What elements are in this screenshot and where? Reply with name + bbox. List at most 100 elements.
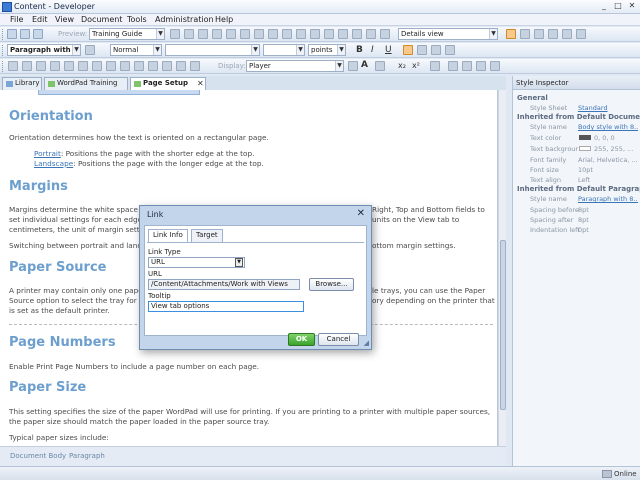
underline-button[interactable]: U [385,45,392,55]
prop-value-link[interactable]: Paragraph with 8... [578,195,638,203]
url-field[interactable]: /Content/Attachments/Work with Views [148,279,300,290]
portrait-link[interactable]: Portrait [34,149,61,158]
bold-button[interactable]: B [356,45,363,55]
comment-icon[interactable] [338,29,348,39]
paragraph-icon[interactable] [8,61,18,71]
font-select[interactable]: ▼ [165,44,260,56]
prop-value-link[interactable]: Standard [578,104,638,112]
image-icon[interactable] [282,29,292,39]
maximize-button[interactable]: □ [612,1,624,12]
view-select[interactable]: Details view ▼ [398,28,498,40]
snippet-icon[interactable] [366,29,376,39]
breadcrumb-document-body[interactable]: Document Body [10,452,66,460]
grid-icon[interactable] [520,29,530,39]
menu-edit[interactable]: Edit [32,15,48,24]
indent-icon[interactable] [490,61,500,71]
display-select[interactable]: Player ▼ [246,60,344,72]
help-icon[interactable] [380,29,390,39]
prop-value-link[interactable]: Body style with 8... [578,123,638,131]
menu-help[interactable]: Help [215,15,233,24]
menu-view[interactable]: View [55,15,74,24]
link-type-select[interactable]: URL ▼ [148,257,245,268]
block-icon[interactable] [50,61,60,71]
expanding-text-icon[interactable] [78,61,88,71]
weight-select[interactable]: Normal ▼ [110,44,162,56]
equation-icon[interactable] [176,61,186,71]
italic-button[interactable]: I [371,45,374,55]
zoom-icon[interactable] [576,29,586,39]
preview-select[interactable]: Training Guide ▼ [89,28,165,40]
style-picker-icon[interactable] [85,45,95,55]
font-a-icon[interactable]: A [361,60,368,70]
tab-page-setup[interactable]: Page Setup ✕ [130,77,206,90]
menu-tools[interactable]: Tools [127,15,147,24]
copy-icon[interactable] [212,29,222,39]
align-right-icon[interactable] [431,45,441,55]
section-general[interactable]: General [517,94,548,102]
save-icon[interactable] [33,29,43,39]
subscript-icon[interactable]: x₂ [398,61,406,70]
layout-icon[interactable] [506,29,516,39]
ok-button[interactable]: OK [288,333,315,346]
justify-icon[interactable] [445,45,455,55]
markers-icon[interactable] [562,29,572,39]
toolbar-grip[interactable] [2,45,4,56]
numbering-icon[interactable] [462,61,472,71]
link-icon[interactable] [268,29,278,39]
new-icon[interactable] [7,29,17,39]
highlight-icon[interactable] [430,61,440,71]
spell-icon[interactable] [310,29,320,39]
scrollbar-thumb[interactable] [500,240,506,410]
align-left-icon[interactable] [403,45,413,55]
section-inherited-document[interactable]: Inherited from Default Document [517,113,640,121]
list-icon[interactable] [36,61,46,71]
cut-icon[interactable] [198,29,208,39]
redo-icon[interactable] [184,29,194,39]
close-dialog-icon[interactable]: ✕ [357,208,365,219]
breadcrumb-paragraph[interactable]: Paragraph [69,452,105,460]
outline-icon[interactable] [548,29,558,39]
tags-icon[interactable] [534,29,544,39]
align-center-icon[interactable] [417,45,427,55]
resize-grip-icon[interactable]: ◢ [364,339,369,347]
popup-icon[interactable] [120,61,130,71]
heading-icon[interactable] [22,61,32,71]
cross-reference-icon[interactable] [148,61,158,71]
text-color-icon[interactable] [375,61,385,71]
toolbar-grip[interactable] [2,61,4,72]
section-inherited-paragraph[interactable]: Inherited from Default Paragraph [517,185,640,193]
tab-wordpad-training[interactable]: WordPad Training [44,77,128,90]
find-icon[interactable] [254,29,264,39]
unit-select[interactable]: points ▼ [308,44,346,56]
menu-file[interactable]: File [10,15,23,24]
special-char-icon[interactable] [324,29,334,39]
delete-icon[interactable] [240,29,250,39]
document-scrollbar[interactable] [498,90,506,446]
close-window-button[interactable]: ✕ [626,1,638,12]
tooltip-input[interactable]: View tab options [148,301,304,312]
table-icon[interactable] [296,29,306,39]
outdent-icon[interactable] [476,61,486,71]
size-select[interactable]: ▼ [263,44,305,56]
condition-icon[interactable] [162,61,172,71]
undo-icon[interactable] [170,29,180,39]
menu-administration[interactable]: Administration [155,15,214,24]
paste-icon[interactable] [226,29,236,39]
open-icon[interactable] [20,29,30,39]
tab-library[interactable]: Library [2,77,42,90]
bullets-icon[interactable] [448,61,458,71]
media-icon[interactable] [190,61,200,71]
close-tab-icon[interactable]: ✕ [197,78,204,89]
style-select[interactable]: Paragraph with 8 ... ▼ [7,44,81,56]
browse-button[interactable]: Browse... [309,278,354,291]
bookmark-icon[interactable] [134,61,144,71]
tab-link-info[interactable]: Link Info [148,229,188,243]
toolbar-grip[interactable] [2,29,4,40]
variable-icon[interactable] [352,29,362,39]
glossary-icon[interactable] [92,61,102,71]
minimize-button[interactable]: _ [598,1,610,12]
landscape-link[interactable]: Landscape [34,159,73,168]
menu-document[interactable]: Document [81,15,122,24]
tab-target[interactable]: Target [191,229,223,242]
toggler-icon[interactable] [106,61,116,71]
